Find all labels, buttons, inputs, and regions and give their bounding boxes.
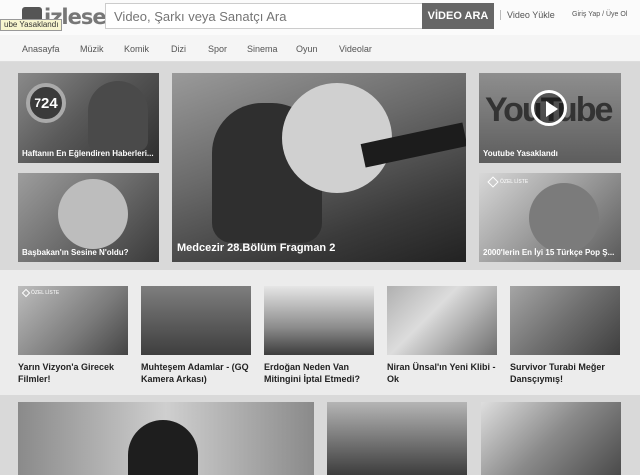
special-list-badge: ÖZEL LİSTE	[21, 288, 59, 298]
diamond-icon	[21, 288, 31, 298]
login-register-link[interactable]: Giriş Yap / Üye Ol	[572, 11, 627, 18]
video-thumb-erdogan[interactable]	[264, 286, 374, 355]
tile-caption: Youtube Yasaklandı	[483, 149, 558, 158]
nav-item-dizi[interactable]: Dizi	[171, 44, 186, 54]
person-image	[128, 420, 198, 475]
video-title[interactable]: Yarın Vizyon'a Girecek Filmler!	[18, 361, 128, 385]
featured-tile-basbakan[interactable]: Başbakan'ın Sesine N'oldu?	[18, 173, 159, 262]
video-thumb-muhtesem[interactable]	[141, 286, 251, 355]
nav-item-komik[interactable]: Komik	[124, 44, 149, 54]
video-thumb-bottom-3[interactable]	[481, 402, 621, 475]
nav-item-oyun[interactable]: Oyun	[296, 44, 318, 54]
tooltip: ube Yasaklandı	[0, 19, 63, 31]
featured-tile-pop-list[interactable]: ÖZEL LİSTE 2000'lerin En İyi 15 Türkçe P…	[479, 173, 621, 262]
nav-item-videolar[interactable]: Videolar	[339, 44, 372, 54]
badge-724-icon: 7 24	[26, 83, 66, 123]
search-button[interactable]: VİDEO ARA	[422, 3, 494, 29]
person-image	[58, 179, 128, 249]
person-image	[88, 81, 148, 151]
tile-caption: Medcezir 28.Bölüm Fragman 2	[177, 242, 336, 254]
main-nav: Anasayfa Müzik Komik Dizi Spor Sinema Oy…	[0, 35, 640, 62]
featured-section: 7 24 Haftanın En Eğlendiren Haberleri... …	[0, 62, 640, 270]
video-thumb-vizyon[interactable]: ÖZEL LİSTE	[18, 286, 128, 355]
featured-tile-youtube[interactable]: YouTube Youtube Yasaklandı	[479, 73, 621, 163]
play-icon	[531, 90, 567, 126]
featured-tile-medcezir[interactable]: Medcezir 28.Bölüm Fragman 2	[172, 73, 466, 262]
more-videos-section	[0, 395, 640, 475]
special-list-badge: ÖZEL LİSTE	[487, 176, 528, 188]
video-thumb-large[interactable]	[18, 402, 314, 475]
video-title[interactable]: Niran Ünsal'ın Yeni Klibi - Ok	[387, 361, 497, 385]
tile-caption: Başbakan'ın Sesine N'oldu?	[22, 248, 129, 257]
video-title[interactable]: Erdoğan Neden Van Mitingini İptal Etmedi…	[264, 361, 374, 385]
nav-item-muzik[interactable]: Müzik	[80, 44, 104, 54]
tile-caption: 2000'lerin En İyi 15 Türkçe Pop Ş...	[483, 248, 615, 257]
video-thumb-niran[interactable]	[387, 286, 497, 355]
person-image	[529, 183, 599, 253]
tile-caption: Haftanın En Eğlendiren Haberleri...	[22, 149, 154, 158]
video-thumb-survivor[interactable]	[510, 286, 620, 355]
video-title[interactable]: Survivor Turabi Meğer Dansçıymış!	[510, 361, 620, 385]
scene-face	[282, 83, 392, 193]
nav-item-spor[interactable]: Spor	[208, 44, 227, 54]
featured-tile-news[interactable]: 7 24 Haftanın En Eğlendiren Haberleri...	[18, 73, 159, 163]
search-input[interactable]	[105, 3, 423, 29]
diamond-icon	[487, 176, 499, 188]
nav-item-sinema[interactable]: Sinema	[247, 44, 278, 54]
video-thumb-bottom-2[interactable]	[327, 402, 467, 475]
video-title[interactable]: Muhteşem Adamlar - (GQ Kamera Arkası)	[141, 361, 251, 385]
header: izlesene VİDEO ARA Video Yükle Giriş Yap…	[0, 0, 640, 35]
upload-video-link[interactable]: Video Yükle	[500, 10, 555, 20]
nav-item-anasayfa[interactable]: Anasayfa	[22, 44, 60, 54]
